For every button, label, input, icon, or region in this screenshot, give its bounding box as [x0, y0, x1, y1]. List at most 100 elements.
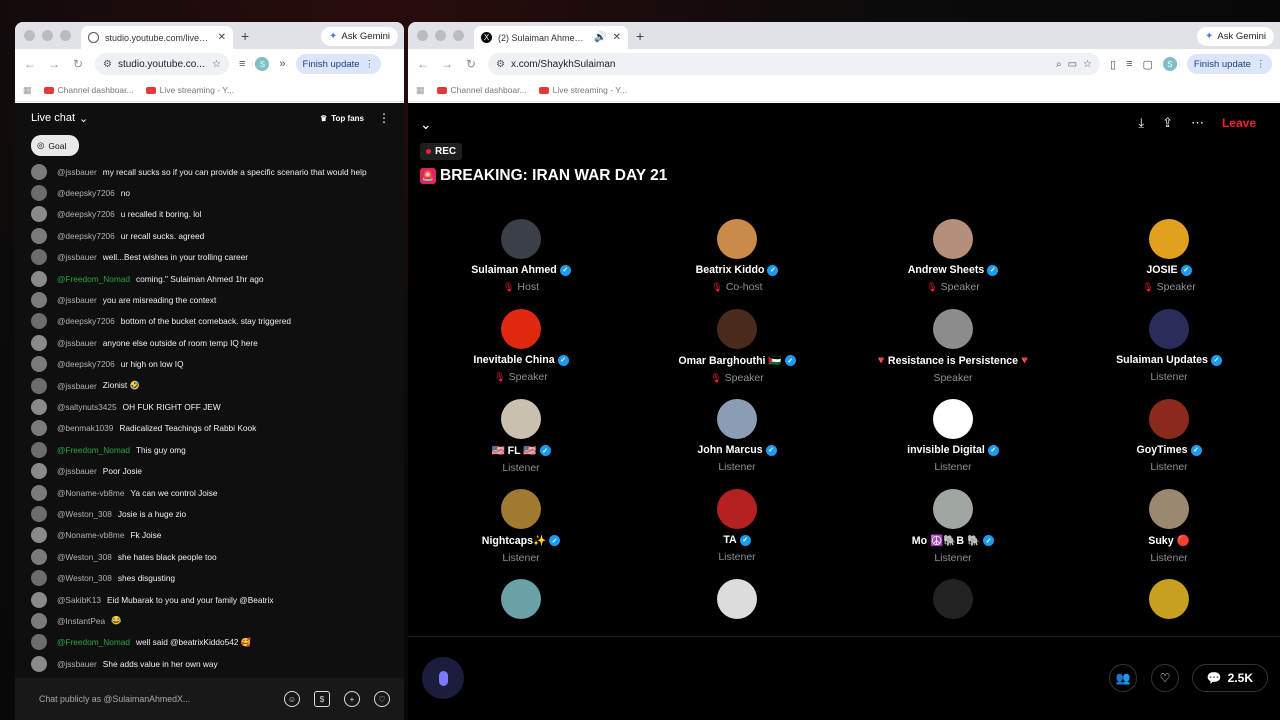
space-participant[interactable]: JOSIE ✓ 🎙 Speaker — [1061, 219, 1277, 309]
ask-gemini-button[interactable]: ✦ Ask Gemini — [1197, 27, 1274, 46]
participant-avatar[interactable] — [933, 489, 973, 529]
participant-avatar[interactable] — [717, 219, 757, 259]
top-fans-button[interactable]: ♛ Top fans — [320, 114, 364, 123]
reload-icon[interactable]: ↻ — [464, 57, 478, 71]
participant-avatar[interactable] — [501, 579, 541, 619]
participant-avatar[interactable] — [933, 579, 973, 619]
chat-message[interactable]: @InstantPea 😂 — [15, 610, 404, 631]
close-window-button[interactable] — [417, 30, 428, 41]
participant-avatar[interactable] — [717, 579, 757, 619]
reading-list-icon[interactable]: ≡ — [1126, 58, 1132, 70]
space-participant[interactable]: invisible Digital ✓ Listener — [845, 399, 1061, 489]
message-author[interactable]: @Freedom_Nomad — [57, 637, 130, 647]
bookmark-star-icon[interactable]: ☆ — [212, 59, 221, 70]
chat-message[interactable]: @jssbauer She adds value in her own way — [15, 653, 404, 674]
space-participant[interactable]: 🇺🇸 FL 🇺🇸 ✓ Listener — [413, 399, 629, 489]
participant-avatar[interactable] — [933, 309, 973, 349]
participant-avatar[interactable] — [717, 399, 757, 439]
chat-more-options-icon[interactable]: ⋮ — [378, 111, 390, 125]
heart-icon[interactable]: ♡ — [374, 691, 390, 707]
space-participant[interactable]: Sulaiman Ahmed ✓ 🎙 Host — [413, 219, 629, 309]
finish-update-button[interactable]: Finish update ⋮ — [1186, 54, 1273, 74]
participant-avatar[interactable] — [501, 219, 541, 259]
new-tab-button[interactable]: + — [636, 28, 644, 44]
chat-message[interactable]: @deepsky7206 bottom of the bucket comebac… — [15, 311, 404, 332]
chat-message[interactable]: @Noname-vb8me Ya can we control Joise — [15, 482, 404, 503]
maximize-window-button[interactable] — [453, 30, 464, 41]
people-icon[interactable]: 👥 — [1109, 664, 1137, 692]
message-author[interactable]: @Weston_308 — [57, 509, 112, 519]
message-author[interactable]: @jssbauer — [57, 167, 97, 177]
replies-button[interactable]: 💬 2.5K — [1191, 664, 1268, 692]
message-author[interactable]: @deepsky7206 — [57, 209, 115, 219]
chat-message[interactable]: @Weston_308 shes disgusting — [15, 567, 404, 588]
react-heart-icon[interactable]: ♡ — [1151, 664, 1179, 692]
message-author[interactable]: @benmak1039 — [57, 423, 113, 433]
space-participant[interactable]: TA ✓ Listener — [629, 489, 845, 579]
message-author[interactable]: @jssbauer — [57, 295, 97, 305]
message-author[interactable]: @jssbauer — [57, 252, 97, 262]
message-author[interactable]: @jssbauer — [57, 338, 97, 348]
chat-message[interactable]: @jssbauer you are misreading the context — [15, 289, 404, 310]
chat-message[interactable]: @Noname-vb8me Fk Joise — [15, 525, 404, 546]
finish-update-button[interactable]: Finish update ⋮ — [295, 54, 382, 74]
chat-message[interactable]: @deepsky7206 ur high on low IQ — [15, 354, 404, 375]
message-author[interactable]: @Freedom_Nomad — [57, 274, 130, 284]
space-participant[interactable]: Andrew Sheets ✓ 🎙 Speaker — [845, 219, 1061, 309]
message-author[interactable]: @Noname-vb8me — [57, 488, 124, 498]
space-participant[interactable]: GoyTimes ✓ Listener — [1061, 399, 1277, 489]
chat-message[interactable]: @jssbauer Poor Josie — [15, 460, 404, 481]
goal-chip[interactable]: ◎ Goal — [31, 135, 79, 156]
cast-icon[interactable]: ▭ — [1068, 59, 1077, 70]
space-participant[interactable]: Nightcaps✨ ✓ Listener — [413, 489, 629, 579]
space-participant[interactable]: John Marcus ✓ Listener — [629, 399, 845, 489]
participant-avatar[interactable] — [717, 489, 757, 529]
chat-message[interactable]: @deepsky7206 ur recall sucks. agreed — [15, 225, 404, 246]
close-tab-icon[interactable]: ✕ — [218, 32, 226, 43]
participant-avatar[interactable] — [501, 489, 541, 529]
message-author[interactable]: @Weston_308 — [57, 552, 112, 562]
back-icon[interactable]: ← — [416, 57, 430, 71]
space-participant[interactable]: Beatrix Kiddo ✓ 🎙 Co-host — [629, 219, 845, 309]
tab-live-chat[interactable]: studio.youtube.com/live_chat ✕ — [81, 26, 233, 49]
participant-avatar[interactable] — [1149, 309, 1189, 349]
sidebar-icon[interactable]: ▯ — [1110, 58, 1116, 71]
chat-message[interactable]: @jssbauer my recall sucks so if you can p… — [15, 161, 404, 182]
reload-icon[interactable]: ↻ — [71, 57, 85, 71]
space-participant[interactable]: Suky 🔴 Listener — [1061, 489, 1277, 579]
minimize-space-icon[interactable]: ⤓ — [1138, 115, 1144, 131]
message-author[interactable]: @Freedom_Nomad — [57, 445, 130, 455]
new-tab-button[interactable]: + — [241, 28, 249, 44]
chat-messages-list[interactable]: @jssbauer my recall sucks so if you can p… — [15, 161, 404, 683]
bookmark-live-streaming[interactable]: Live streaming - Y... — [538, 85, 627, 95]
participant-avatar[interactable] — [501, 399, 541, 439]
forward-icon[interactable]: → — [440, 57, 454, 71]
apps-grid-icon[interactable]: ▦ — [416, 85, 425, 96]
url-field[interactable]: ⚙ x.com/ShaykhSulaiman ⌕ ▭ ☆ — [488, 53, 1100, 75]
participant-avatar[interactable] — [1149, 399, 1189, 439]
apps-grid-icon[interactable]: ▦ — [23, 85, 32, 96]
chat-message[interactable]: @deepsky7206 u recalled it boring. lol — [15, 204, 404, 225]
collapse-chevron-icon[interactable]: ⌄ — [420, 116, 432, 133]
message-author[interactable]: @saltynuts3425 — [57, 402, 117, 412]
message-author[interactable]: @jssbauer — [57, 466, 97, 476]
speaker-audio-icon[interactable]: 🔊 — [594, 32, 606, 43]
minimize-window-button[interactable] — [42, 30, 53, 41]
window-controls[interactable] — [15, 30, 81, 41]
back-icon[interactable]: ← — [23, 57, 37, 71]
participant-avatar[interactable] — [717, 309, 757, 349]
bookmark-channel-dashboard[interactable]: Channel dashboar... — [43, 85, 134, 95]
close-tab-icon[interactable]: ✕ — [613, 32, 621, 43]
participant-avatar[interactable] — [1149, 489, 1189, 529]
chat-message[interactable]: @Freedom_Nomad coming." Sulaiman Ahmed 1h… — [15, 268, 404, 289]
chat-input[interactable]: Chat publicly as @SulaimanAhmedX... — [39, 694, 270, 704]
chat-message[interactable]: @Freedom_Nomad well said @beatrixKiddo542… — [15, 632, 404, 653]
leave-button[interactable]: Leave — [1222, 116, 1256, 130]
chat-message[interactable]: @jssbauer well...Best wishes in your trol… — [15, 247, 404, 268]
message-author[interactable]: @SakibK13 — [57, 595, 101, 605]
message-author[interactable]: @jssbauer — [57, 659, 97, 669]
ask-gemini-button[interactable]: ✦ Ask Gemini — [321, 27, 398, 46]
bookmark-star-icon[interactable]: ☆ — [1083, 59, 1092, 70]
site-settings-icon[interactable]: ⚙ — [103, 59, 112, 70]
participant-avatar[interactable] — [1149, 579, 1189, 619]
